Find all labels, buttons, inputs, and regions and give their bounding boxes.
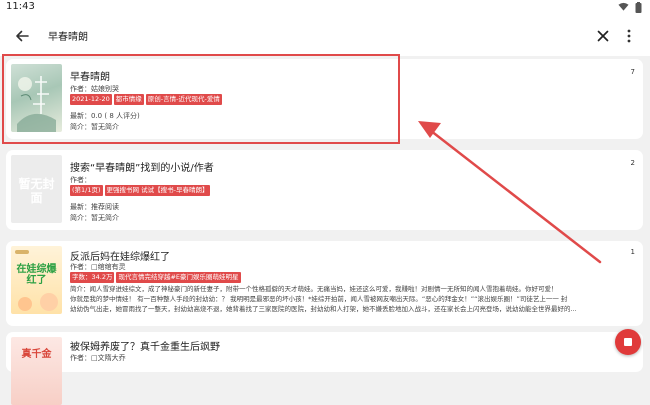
book-intro: 简介：闻人雪穿进娃综文，成了神秘豪门的新任妻子，附带一个性格孤僻的天才萌娃。无痛… <box>70 285 558 293</box>
stop-button[interactable] <box>615 329 641 355</box>
tag: (第1/1页) <box>70 185 103 196</box>
book-author: 作者：□绾绾有灵 <box>70 263 126 271</box>
tag: 现代言情完结穿越#E豪门娱乐圈萌娃明星 <box>116 272 241 283</box>
source-count: 2 <box>630 159 635 167</box>
result-card[interactable]: 暂无封面 搜索“早春晴朗”找到的小说/作者 作者： (第1/1页) 更强搜书网 … <box>6 150 643 230</box>
book-cover-placeholder: 暂无封面 <box>11 155 62 223</box>
book-tags: 字数：34.2万 现代言情完结穿越#E豪门娱乐圈萌娃明星 <box>70 272 241 283</box>
book-title: 被保姆养废了？真千金重生后飒野 <box>70 342 220 353</box>
cover-title-text: 真千金 <box>21 349 52 360</box>
arrow-left-icon[interactable] <box>12 26 32 46</box>
highlight-box <box>2 54 400 144</box>
book-tags: (第1/1页) 更强搜书网 试试【搜书-早春晴朗】 <box>70 185 211 196</box>
book-cover: 真千金 <box>11 337 62 405</box>
stop-icon <box>624 338 632 346</box>
book-intro: 你就是我的梦中情娃！ 有一百种整人手段的封幼幼：？ 我明明是最邪恶的坏小孩！*娃… <box>70 295 568 303</box>
battery-icon <box>635 2 642 13</box>
tag: 更强搜书网 试试【搜书-早春晴朗】 <box>104 185 211 196</box>
book-title: 搜索“早春晴朗”找到的小说/作者 <box>70 163 214 174</box>
book-intro: 幼幼伪气出走，她冒雨找了一整天，封幼幼高烧不退，她背着找了三家医院的医院，封幼幼… <box>70 305 577 313</box>
book-latest: 最新：推荐阅读 <box>70 203 119 211</box>
result-card[interactable]: 在娃综爆红了 反派后妈在娃综爆红了 作者：□绾绾有灵 字数：34.2万 现代言情… <box>6 241 643 326</box>
book-intro: 简介：暂无简介 <box>70 214 119 222</box>
book-cover: 在娃综爆红了 <box>11 246 62 314</box>
close-icon[interactable] <box>594 27 612 45</box>
book-title: 反派后妈在娃综爆红了 <box>70 252 170 263</box>
status-bar: 11:43 <box>0 0 650 16</box>
source-count: 7 <box>630 68 635 76</box>
cover-placeholder-text: 暂无封面 <box>18 177 55 205</box>
result-card[interactable]: 真千金 被保姆养废了？真千金重生后飒野 作者：□文隋大乔 <box>6 332 643 405</box>
search-input[interactable]: 早春晴朗 <box>48 28 88 43</box>
source-count: 1 <box>630 248 635 256</box>
status-time: 11:43 <box>6 1 35 12</box>
tag: 字数：34.2万 <box>70 272 115 283</box>
book-author: 作者： <box>70 176 91 184</box>
search-app-bar: 早春晴朗 <box>0 16 650 56</box>
status-icons <box>618 2 642 13</box>
book-author: 作者：□文隋大乔 <box>70 354 126 362</box>
cover-title-text: 在娃综爆红了 <box>16 264 57 286</box>
more-vert-icon[interactable] <box>620 27 638 45</box>
wifi-icon <box>618 2 629 11</box>
